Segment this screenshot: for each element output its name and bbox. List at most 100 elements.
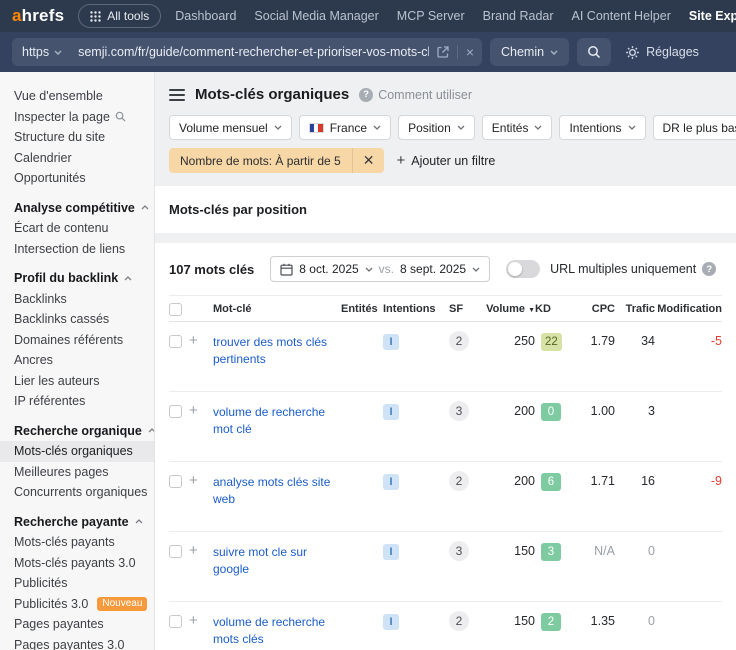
topbar-nav-site-explorer[interactable]: Site Explorer (689, 9, 736, 23)
add-keyword-icon[interactable]: + (189, 402, 198, 419)
date-from[interactable]: 8 oct. 2025 (299, 262, 358, 276)
keywords-card: 107 mots clés 8 oct. 2025 vs. 8 sept. 20… (155, 243, 736, 650)
keyword-link[interactable]: suivre mot cle sur google (213, 544, 337, 579)
column-header-mot-cle[interactable]: Mot-clé (213, 295, 341, 322)
date-compare-control[interactable]: 8 oct. 2025 vs. 8 sept. 2025 (270, 256, 491, 282)
kd-badge: 22 (541, 333, 562, 351)
row-checkbox[interactable] (169, 335, 182, 348)
help-icon[interactable]: ? (702, 262, 717, 276)
topbar-nav-social-media-manager[interactable]: Social Media Manager (254, 9, 378, 23)
add-keyword-icon[interactable]: + (189, 332, 198, 349)
sidebar-item-mots-cles-organiques[interactable]: Mots-clés organiques (0, 441, 154, 462)
menu-icon[interactable] (169, 88, 185, 101)
row-checkbox[interactable] (169, 615, 182, 628)
chevron-down-icon (54, 50, 62, 55)
ahrefs-logo[interactable]: ahrefs (12, 6, 64, 26)
select-all-checkbox[interactable] (169, 302, 182, 316)
settings-button[interactable]: Réglages (625, 45, 699, 60)
sidebar-item-publicites-3-0[interactable]: Publicités 3.0 Nouveau (0, 594, 154, 615)
sidebar-item-ecart-de-contenu[interactable]: Écart de contenu (0, 218, 154, 239)
filter-pill-dr-le-plus-bas[interactable]: DR le plus bas (652, 115, 736, 140)
serp-features-badge: 3 (449, 541, 469, 561)
cpc-cell: 1.00 (571, 391, 615, 462)
sidebar-item-backlinks-casses[interactable]: Backlinks cassés (0, 309, 154, 330)
chevron-down-icon (534, 125, 542, 130)
column-header-volume[interactable]: Volume ▼ (483, 295, 535, 322)
column-header-modification[interactable]: Modification (655, 295, 722, 322)
mode-dropdown[interactable]: Chemin (490, 38, 570, 66)
filter-pill-intentions[interactable]: Intentions (559, 115, 646, 140)
column-header-label: Mot-clé (213, 302, 252, 315)
sidebar-item-lier-les-auteurs[interactable]: Lier les auteurs (0, 371, 154, 392)
remove-filter-icon[interactable]: ✕ (353, 152, 385, 169)
row-checkbox[interactable] (169, 405, 182, 418)
topbar-nav-ai-content-helper[interactable]: AI Content Helper (572, 9, 671, 23)
keyword-link[interactable]: analyse mots clés site web (213, 474, 337, 509)
sidebar-item-label: Domaines référents (14, 332, 124, 347)
protocol-dropdown[interactable]: https (12, 38, 72, 66)
column-header-kd[interactable]: KD (535, 295, 571, 322)
sidebar-item-concurrents-organiques[interactable]: Concurrents organiques (0, 482, 154, 503)
topbar-nav-brand-radar[interactable]: Brand Radar (483, 9, 554, 23)
sidebar-item-structure-du-site[interactable]: Structure du site (0, 127, 154, 148)
filter-pill-entites[interactable]: Entités (481, 115, 553, 140)
column-header-cpc[interactable]: CPC (571, 295, 615, 322)
sidebar-item-ancres[interactable]: Ancres (0, 350, 154, 371)
column-header-entites[interactable]: Entités (341, 295, 383, 322)
sidebar-item-mots-cles-payants[interactable]: Mots-clés payants (0, 532, 154, 553)
keyword-link[interactable]: volume de recherche mots clés (213, 614, 337, 649)
sidebar-item-intersection-de-liens[interactable]: Intersection de liens (0, 239, 154, 260)
sidebar-item-label: Pages payantes 3.0 (14, 637, 125, 650)
sidebar-section-label: Analyse compétitive (14, 200, 135, 215)
row-checkbox[interactable] (169, 475, 182, 488)
row-checkbox[interactable] (169, 545, 182, 558)
add-keyword-icon[interactable]: + (189, 472, 198, 489)
change-cell: -5 (655, 322, 722, 392)
how-to-use-link[interactable]: ? Comment utiliser (359, 87, 472, 102)
traffic-value: 16 (641, 474, 655, 488)
sidebar-item-ip-referentes[interactable]: IP référentes (0, 391, 154, 412)
entities-cell (341, 391, 383, 462)
filter-pill-france[interactable]: France (298, 115, 392, 140)
column-header-sf[interactable]: SF (449, 295, 483, 322)
date-to[interactable]: 8 sept. 2025 (400, 262, 466, 276)
keyword-link[interactable]: volume de recherche mot clé (213, 404, 337, 439)
sidebar-item-vue-d-ensemble[interactable]: Vue d'ensemble (0, 86, 154, 107)
change-cell (655, 601, 722, 650)
sidebar-section-profil-du-backlink[interactable]: Profil du backlink (0, 268, 154, 289)
add-keyword-icon[interactable]: + (189, 542, 198, 559)
sidebar-item-pages-payantes-3-0[interactable]: Pages payantes 3.0 (0, 635, 154, 650)
clear-url-icon[interactable]: × (458, 38, 482, 66)
add-keyword-icon[interactable]: + (189, 612, 198, 629)
all-tools-button[interactable]: All tools (78, 4, 162, 28)
search-icon (115, 111, 126, 122)
search-button[interactable] (577, 38, 612, 66)
multiple-urls-toggle[interactable] (506, 260, 541, 278)
column-header-trafic[interactable]: Trafic (615, 295, 655, 322)
calendar-icon (280, 263, 293, 276)
keyword-link[interactable]: trouver des mots clés pertinents (213, 334, 337, 369)
sidebar-section-recherche-payante[interactable]: Recherche payante (0, 512, 154, 533)
add-filter-button[interactable]: + Ajouter un filtre (396, 152, 495, 169)
sidebar-item-meilleures-pages[interactable]: Meilleures pages (0, 462, 154, 483)
chevron-down-icon (365, 267, 373, 272)
column-header-label: Volume (486, 302, 526, 315)
sidebar-item-opportunites[interactable]: Opportunités (0, 168, 154, 189)
column-header-intentions[interactable]: Intentions (383, 295, 449, 322)
topbar-nav-mcp-server[interactable]: MCP Server (397, 9, 465, 23)
filter-pill-volume-mensuel[interactable]: Volume mensuel (169, 115, 292, 140)
sidebar-item-pages-payantes[interactable]: Pages payantes (0, 614, 154, 635)
sidebar-item-publicites[interactable]: Publicités (0, 573, 154, 594)
open-url-icon[interactable] (429, 38, 457, 66)
sidebar-item-backlinks[interactable]: Backlinks (0, 289, 154, 310)
sidebar-item-mots-cles-payants-3-0[interactable]: Mots-clés payants 3.0 (0, 553, 154, 574)
sidebar-section-analyse-competitive[interactable]: Analyse compétitive (0, 198, 154, 219)
sidebar-item-calendrier[interactable]: Calendrier (0, 148, 154, 169)
filter-pill-position[interactable]: Position (398, 115, 475, 140)
change-value: -9 (710, 474, 722, 488)
sidebar-item-inspecter-la-page[interactable]: Inspecter la page (0, 107, 154, 128)
topbar-nav-dashboard[interactable]: Dashboard (175, 9, 236, 23)
sidebar-item-domaines-referents[interactable]: Domaines référents (0, 330, 154, 351)
sidebar-section-recherche-organique[interactable]: Recherche organique (0, 421, 154, 442)
target-url-input[interactable]: semji.com/fr/guide/comment-rechercher-et… (72, 45, 429, 59)
